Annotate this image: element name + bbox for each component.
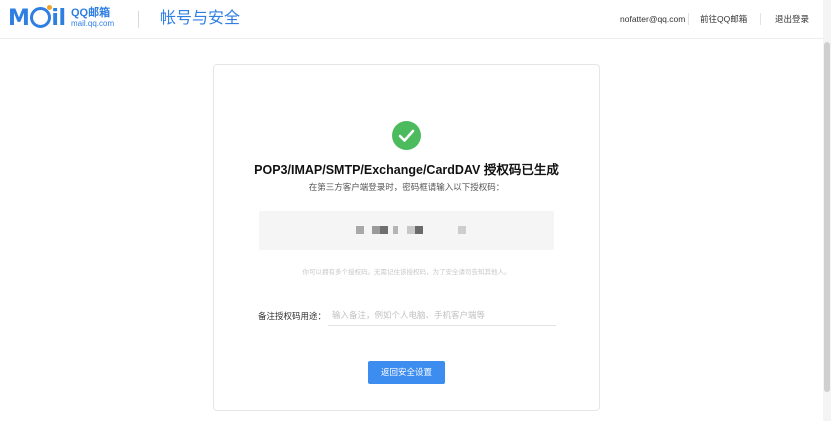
top-header: Mil QQ邮箱 mail.qq.com 帐号与安全 nofatter@qq.c… <box>0 0 823 39</box>
auth-code-card: POP3/IMAP/SMTP/Exchange/CardDAV 授权码已生成 在… <box>213 64 600 411</box>
masked-code-block <box>393 226 398 234</box>
check-circle-icon <box>392 121 421 150</box>
masked-code-block <box>407 226 415 234</box>
nav-divider <box>760 13 761 25</box>
note-label: 备注授权码用途： <box>258 311 327 321</box>
masked-code-block <box>372 226 380 234</box>
logout-link[interactable]: 退出登录 <box>775 13 809 25</box>
masked-code-block <box>356 226 364 234</box>
scrollbar-thumb[interactable] <box>824 42 830 392</box>
auth-code-instructions: 在第三方客户端登录时，密码框请输入以下授权码： <box>308 182 505 192</box>
logo-domain-text: mail.qq.com <box>71 19 115 28</box>
auth-code-hint: 你可以拥有多个授权码。无需记住该授权码，为了安全请勿告知其他人。 <box>302 269 511 276</box>
back-to-security-settings-button[interactable]: 返回安全设置 <box>368 361 445 384</box>
auth-code-title: POP3/IMAP/SMTP/Exchange/CardDAV 授权码已生成 <box>254 163 559 177</box>
masked-code-block <box>415 226 423 234</box>
goto-qq-mail-link[interactable]: 前往QQ邮箱 <box>700 13 747 25</box>
masked-code-block <box>458 226 466 234</box>
nav-divider <box>688 13 689 25</box>
page-scrollbar[interactable] <box>823 0 831 421</box>
qq-mail-logo[interactable]: Mil QQ邮箱 mail.qq.com <box>8 5 120 32</box>
auth-code-display <box>259 211 554 250</box>
masked-code-block <box>380 226 388 234</box>
page-title: 帐号与安全 <box>160 10 241 27</box>
note-input[interactable] <box>328 304 556 326</box>
logo-o-icon <box>30 5 53 28</box>
logo-mail-mark: Mil <box>8 5 66 31</box>
user-email-link[interactable]: nofatter@qq.com <box>620 13 685 25</box>
header-divider <box>138 11 139 28</box>
